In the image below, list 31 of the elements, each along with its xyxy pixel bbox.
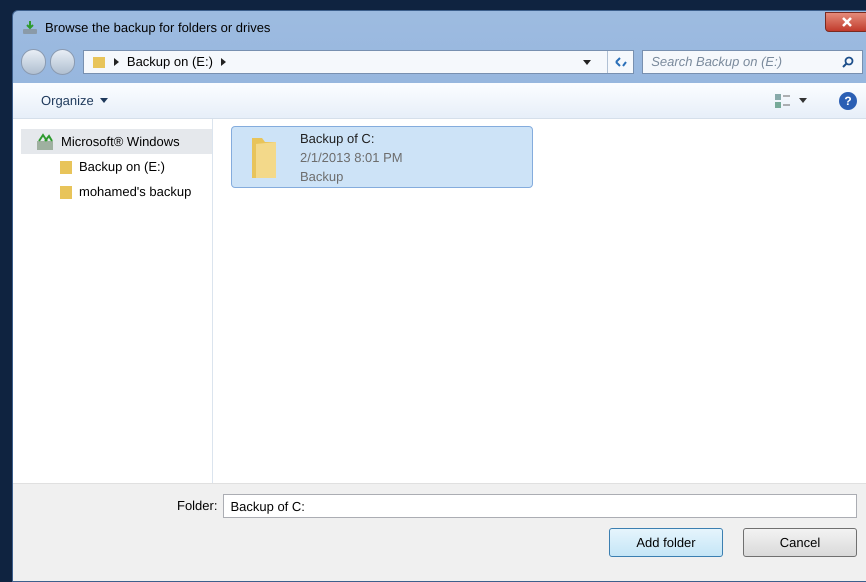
file-type: Backup [300, 168, 344, 186]
chevron-icon [114, 58, 119, 66]
file-date: 2/1/2013 8:01 PM [300, 148, 403, 166]
folder-icon [59, 158, 73, 174]
caret-icon [799, 98, 807, 103]
file-item[interactable]: Backup of C: 2/1/2013 8:01 PM Backup [231, 126, 533, 188]
view-button[interactable] [775, 94, 807, 108]
caret-icon [100, 98, 108, 103]
sidebar-item[interactable]: Backup on (E:) [21, 154, 212, 179]
breadcrumb-item[interactable]: Backup on (E:) [126, 52, 213, 72]
address-bar[interactable]: Backup on (E:) [82, 50, 634, 74]
folder-label: Folder: [177, 497, 218, 516]
organize-button[interactable]: Organize [41, 90, 108, 110]
dropdown-icon[interactable] [583, 60, 592, 64]
search-icon [842, 56, 854, 68]
library-icon [35, 132, 55, 150]
folder-icon [59, 184, 73, 200]
folder-icon [92, 55, 106, 69]
sidebar-item[interactable]: Microsoft® Windows [21, 129, 212, 154]
backup-icon [21, 20, 39, 36]
chevron-icon[interactable] [220, 58, 226, 66]
sidebar-item[interactable]: mohamed's backup [21, 179, 212, 204]
close-icon [842, 17, 852, 27]
view-icon [775, 94, 791, 108]
folder-input[interactable]: Backup of C: [223, 494, 857, 518]
cancel-button[interactable]: Cancel [743, 528, 857, 557]
window-title: Browse the backup for folders or drives [45, 19, 270, 38]
close-button[interactable] [825, 12, 866, 32]
add-folder-button[interactable]: Add folder [609, 528, 723, 557]
file-name: Backup of C: [300, 130, 376, 148]
help-button[interactable]: ? [839, 92, 857, 110]
